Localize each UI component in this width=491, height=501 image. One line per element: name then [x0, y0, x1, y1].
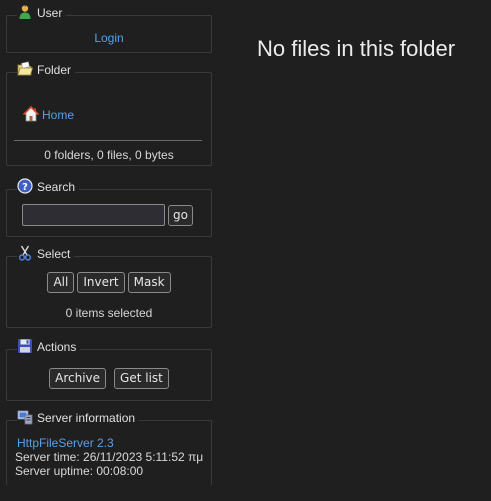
user-panel-title: User [17, 4, 67, 20]
folder-icon [17, 61, 33, 77]
server-panel-label: Server information [37, 411, 136, 425]
scissors-icon [17, 245, 33, 261]
select-all-button[interactable]: All [47, 272, 75, 293]
server-panel-title: Server information [17, 409, 140, 425]
select-panel-title: Select [17, 245, 75, 261]
search-input[interactable] [22, 204, 165, 226]
server-icon [17, 409, 33, 425]
archive-button[interactable]: Archive [49, 368, 107, 389]
folder-divider [14, 140, 202, 141]
select-status: 0 items selected [65, 306, 153, 320]
server-version-link[interactable]: HttpFileServer 2.3 [17, 436, 114, 450]
actions-panel-label: Actions [37, 340, 77, 354]
select-mask-button[interactable]: Mask [127, 272, 171, 293]
empty-folder-message: No files in this folder [257, 36, 456, 61]
actions-panel: Actions Archive Get list [6, 338, 212, 401]
get-list-button[interactable]: Get list [114, 368, 169, 389]
select-panel: Select All Invert Mask 0 items selected [6, 245, 212, 328]
folder-panel-label: Folder [37, 63, 72, 77]
select-invert-button[interactable]: Invert [77, 272, 125, 293]
user-panel-label: User [37, 6, 63, 20]
user-icon [17, 4, 33, 20]
folder-panel: Folder Home 0 folders, 0 files, 0 bytes [6, 61, 212, 166]
server-time: Server time: 26/11/2023 5:11:52 πμ [15, 450, 204, 464]
user-panel: User Login [6, 4, 212, 53]
save-icon [17, 338, 33, 354]
search-icon: ? [17, 178, 33, 194]
folder-panel-title: Folder [17, 61, 76, 77]
search-go-button[interactable]: go [168, 204, 193, 226]
home-icon [23, 106, 39, 122]
svg-text:?: ? [22, 182, 28, 193]
search-panel: ? Search go [6, 178, 212, 237]
search-panel-title: ? Search [17, 178, 80, 194]
actions-panel-title: Actions [17, 338, 81, 354]
search-panel-label: Search [37, 180, 76, 194]
login-link[interactable]: Login [94, 31, 123, 45]
server-panel: Server information HttpFileServer 2.3 Se… [6, 409, 212, 486]
server-uptime: Server uptime: 00:08:00 [15, 464, 144, 478]
page: User Login Folder Home 0 folders, 0 file… [0, 0, 491, 501]
select-panel-label: Select [37, 247, 71, 261]
home-link[interactable]: Home [42, 108, 74, 122]
folder-stats: 0 folders, 0 files, 0 bytes [44, 148, 174, 162]
